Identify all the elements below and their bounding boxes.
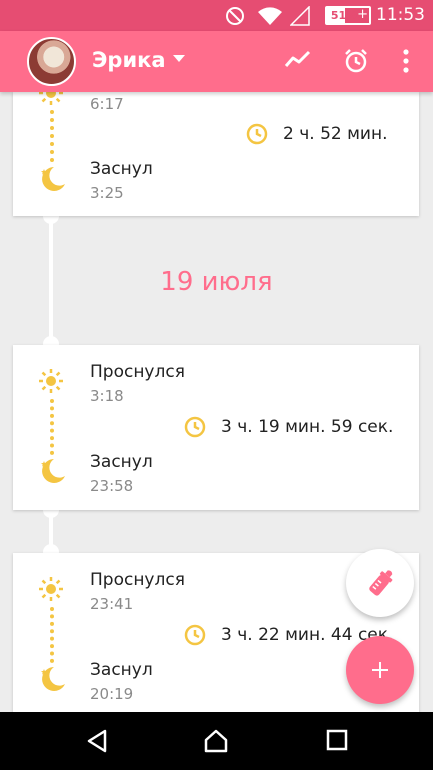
back-icon[interactable]: [86, 729, 108, 753]
do-not-disturb-icon: [226, 7, 244, 25]
clock-icon: [246, 123, 268, 145]
moon-icon: [41, 667, 65, 691]
alarm-clock-icon[interactable]: [343, 48, 369, 74]
wake-time: 6:17: [90, 95, 124, 113]
clock-icon: [184, 624, 206, 646]
recents-icon[interactable]: [326, 729, 348, 751]
sleep-label: Заснул: [90, 159, 153, 179]
moon-icon: [41, 459, 65, 483]
more-menu-icon[interactable]: [401, 48, 411, 74]
timeline-dots: [50, 399, 54, 455]
sleep-duration: 3 ч. 19 мин. 59 сек.: [221, 417, 394, 437]
timeline-dots: [50, 110, 54, 162]
sleep-card[interactable]: 6:17 2 ч. 52 мин. Заснул 3:25: [13, 81, 419, 216]
dropdown-caret-icon[interactable]: [172, 53, 186, 63]
clock-icon: [184, 416, 206, 438]
app-bar: Эрика: [0, 31, 433, 92]
wifi-icon: [258, 7, 282, 25]
sun-icon: [39, 369, 63, 393]
date-heading: 19 июля: [160, 267, 273, 297]
sleep-time: 23:58: [90, 477, 134, 495]
sleep-label: Заснул: [90, 660, 153, 680]
avatar[interactable]: [27, 37, 76, 86]
plus-icon: [372, 662, 388, 678]
baby-bottle-icon: [369, 570, 393, 596]
wake-time: 3:18: [90, 387, 124, 405]
sleep-time: 20:19: [90, 685, 134, 703]
sleep-label: Заснул: [90, 452, 153, 472]
sleep-time: 3:25: [90, 184, 124, 202]
charging-icon: +: [357, 7, 368, 22]
clock-time: 11:53: [376, 5, 425, 25]
navigation-bar: [0, 712, 433, 770]
timeline-dots: [50, 607, 54, 663]
wake-time: 23:41: [90, 595, 134, 613]
sleep-card[interactable]: Проснулся 3:18 3 ч. 19 мин. 59 сек. Засн…: [13, 345, 419, 510]
sleep-duration: 2 ч. 52 мин.: [283, 124, 388, 144]
wake-label: Проснулся: [90, 570, 185, 590]
home-icon[interactable]: [203, 729, 229, 753]
signal-icon: [290, 6, 310, 26]
child-name-title[interactable]: Эрика: [92, 48, 166, 72]
battery-indicator: 51% +: [325, 6, 371, 25]
add-feeding-button[interactable]: [346, 549, 414, 617]
stats-chart-icon[interactable]: [284, 48, 312, 72]
wake-label: Проснулся: [90, 362, 185, 382]
moon-icon: [41, 167, 65, 191]
status-bar: 51% + 11:53: [0, 0, 433, 31]
sun-icon: [39, 577, 63, 601]
battery-percent: 51%: [330, 9, 358, 22]
add-entry-button[interactable]: [346, 636, 414, 704]
